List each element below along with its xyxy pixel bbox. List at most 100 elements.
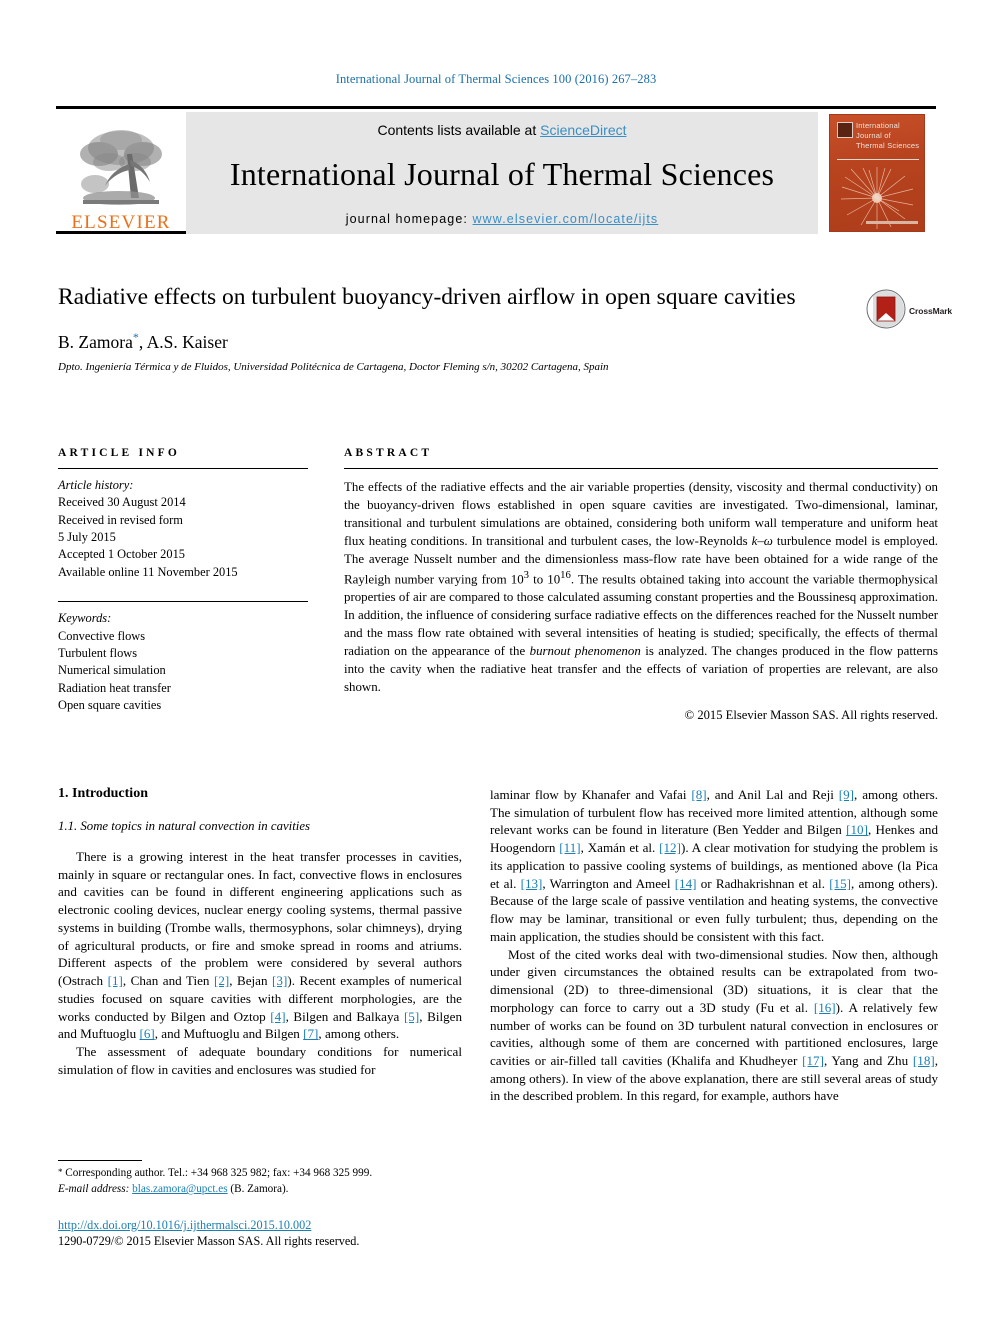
citation-ref-1[interactable]: [1] <box>108 973 123 988</box>
article-info-section: ARTICLE INFO Article history: Received 3… <box>58 447 308 714</box>
author-list: B. Zamora*, A.S. Kaiser <box>58 330 848 353</box>
abstract-part-3: to 10 <box>529 572 561 587</box>
masthead-center: Contents lists available at ScienceDirec… <box>186 112 818 234</box>
sciencedirect-link[interactable]: ScienceDirect <box>540 122 626 138</box>
text-run: , and Muftuoglu and Bilgen <box>154 1026 304 1042</box>
text-run: , Warrington and Ameel <box>542 875 675 891</box>
text-run: , among others. <box>318 1026 400 1042</box>
paragraph: The assessment of adequate boundary cond… <box>58 1043 462 1078</box>
abstract-section: ABSTRACT The effects of the radiative ef… <box>344 447 938 723</box>
article-info-divider <box>58 468 308 469</box>
title-block: Radiative effects on turbulent buoyancy-… <box>58 282 848 373</box>
history-item: Accepted 1 October 2015 <box>58 547 185 562</box>
journal-masthead: ELSEVIER Contents lists available at Sci… <box>56 106 936 234</box>
cover-image: International Journal of Thermal Science… <box>829 114 925 232</box>
citation-ref-9[interactable]: [9] <box>839 787 854 802</box>
elsevier-logo: ELSEVIER <box>56 112 186 234</box>
history-item: Received 30 August 2014 <box>58 495 186 510</box>
citation-ref-13[interactable]: [13] <box>521 876 543 891</box>
page-footer: http://dx.doi.org/10.1016/j.ijthermalsci… <box>58 1218 538 1249</box>
paragraph: Most of the cited works deal with two-di… <box>490 946 938 1106</box>
text-run: Corresponding author. Tel.: +34 968 325 … <box>62 1167 373 1180</box>
elsevier-tree-icon <box>69 124 173 212</box>
citation-ref-18[interactable]: [18] <box>913 1053 935 1068</box>
abstract-copyright: © 2015 Elsevier Masson SAS. All rights r… <box>684 708 938 723</box>
abstract-heading: ABSTRACT <box>344 447 433 459</box>
crossmark-icon <box>866 289 906 334</box>
section-heading-introduction: 1. Introduction <box>58 786 148 801</box>
citation-ref-16[interactable]: [16] <box>814 1000 836 1015</box>
text-run: , Xamán et al. <box>580 840 660 856</box>
cover-divider <box>837 159 919 160</box>
text-run: , Bejan <box>229 973 273 989</box>
corresponding-author-note: * Corresponding author. Tel.: +34 968 32… <box>58 1166 462 1198</box>
burnout-phenomenon-term: burnout phenomenon <box>529 644 641 659</box>
affiliation: Dpto. Ingeniería Térmica y de Fluidos, U… <box>58 361 609 374</box>
journal-homepage-link[interactable]: www.elsevier.com/locate/ijts <box>473 212 659 226</box>
journal-cover-thumbnail: International Journal of Thermal Science… <box>818 112 936 234</box>
keyword-item: Convective flows <box>58 628 146 643</box>
article-history-block: Article history: Received 30 August 2014… <box>58 477 308 581</box>
keyword-item: Open square cavities <box>58 697 162 712</box>
citation-ref-7[interactable]: [7] <box>303 1026 318 1041</box>
journal-title: International Journal of Thermal Science… <box>229 156 775 193</box>
article-first-page: International Journal of Thermal Science… <box>0 0 992 1323</box>
text-run: There is a growing interest in the heat … <box>58 849 462 989</box>
doi-link[interactable]: http://dx.doi.org/10.1016/j.ijthermalsci… <box>58 1218 538 1233</box>
keywords-divider <box>58 601 308 603</box>
rayleigh-exponent-high: 16 <box>560 569 571 581</box>
body-column-right: laminar flow by Khanafer and Vafai [8], … <box>490 786 938 1105</box>
issn-copyright: 1290-0729/© 2015 Elsevier Masson SAS. Al… <box>58 1234 360 1248</box>
keyword-item: Turbulent flows <box>58 645 138 660</box>
citation-ref-3[interactable]: [3] <box>272 973 287 988</box>
crossmark-label: CrossMark <box>909 306 953 316</box>
crossmark-badge[interactable]: CrossMark <box>866 288 953 334</box>
text-run: , Chan and Tien <box>122 973 214 989</box>
text-run: or Radhakrishnan et al. <box>696 875 830 891</box>
citation-ref-4[interactable]: [4] <box>270 1009 285 1024</box>
keywords-label: Keywords: <box>58 611 112 626</box>
page-title: Radiative effects on turbulent buoyancy-… <box>58 284 796 310</box>
author-primary: B. Zamora <box>58 331 133 352</box>
subsection-heading: 1.1. Some topics in natural convection i… <box>58 819 310 833</box>
history-item: 5 July 2015 <box>58 530 116 545</box>
citation-ref-10[interactable]: [10] <box>846 822 868 837</box>
keyword-item: Numerical simulation <box>58 663 166 678</box>
abstract-divider <box>344 468 938 469</box>
citation-ref-5[interactable]: [5] <box>404 1009 419 1024</box>
elsevier-wordmark: ELSEVIER <box>71 212 171 233</box>
author-secondary: , A.S. Kaiser <box>138 331 228 352</box>
text-run: laminar flow by Khanafer and Vafai <box>490 787 692 802</box>
cover-emblem-icon <box>837 122 853 138</box>
text-run: (B. Zamora). <box>227 1183 289 1196</box>
paragraph: laminar flow by Khanafer and Vafai [8], … <box>490 786 938 946</box>
citation-ref-8[interactable]: [8] <box>691 787 706 802</box>
cover-footer-bar <box>866 221 918 224</box>
turbulence-model-symbol: k–ω <box>751 534 773 548</box>
history-item: Available online 11 November 2015 <box>58 564 238 579</box>
paragraph: There is a growing interest in the heat … <box>58 848 462 1043</box>
history-item: Received in revised form <box>58 512 183 527</box>
text-run: , and Anil Lal and Reji <box>706 787 839 802</box>
article-history-label: Article history: <box>58 478 134 492</box>
contents-prefix: Contents lists available at <box>377 122 541 138</box>
cover-journal-title: International Journal of Thermal Science… <box>856 121 920 151</box>
citation-ref-14[interactable]: [14] <box>675 876 697 891</box>
footnote-rule <box>58 1160 142 1162</box>
citation-ref-2[interactable]: [2] <box>214 973 229 988</box>
contents-available-line: Contents lists available at ScienceDirec… <box>377 122 626 138</box>
running-head: International Journal of Thermal Science… <box>335 72 657 86</box>
text-run: , Yang and Zhu <box>823 1053 913 1069</box>
article-info-heading: ARTICLE INFO <box>58 447 181 459</box>
citation-ref-11[interactable]: [11] <box>559 840 580 855</box>
citation-ref-6[interactable]: [6] <box>139 1026 154 1041</box>
text-run: , Bilgen and Balkaya <box>285 1008 404 1024</box>
keywords-block: Keywords: Convective flows Turbulent flo… <box>58 610 308 714</box>
keyword-item: Radiation heat transfer <box>58 680 171 695</box>
body-column-left: 1. Introduction 1.1. Some topics in natu… <box>58 786 462 1079</box>
email-link[interactable]: blas.zamora@upct.es <box>132 1183 227 1195</box>
citation-ref-17[interactable]: [17] <box>802 1053 824 1068</box>
citation-ref-15[interactable]: [15] <box>829 876 851 891</box>
citation-ref-12[interactable]: [12] <box>659 840 681 855</box>
journal-homepage-line: journal homepage: www.elsevier.com/locat… <box>346 212 659 226</box>
